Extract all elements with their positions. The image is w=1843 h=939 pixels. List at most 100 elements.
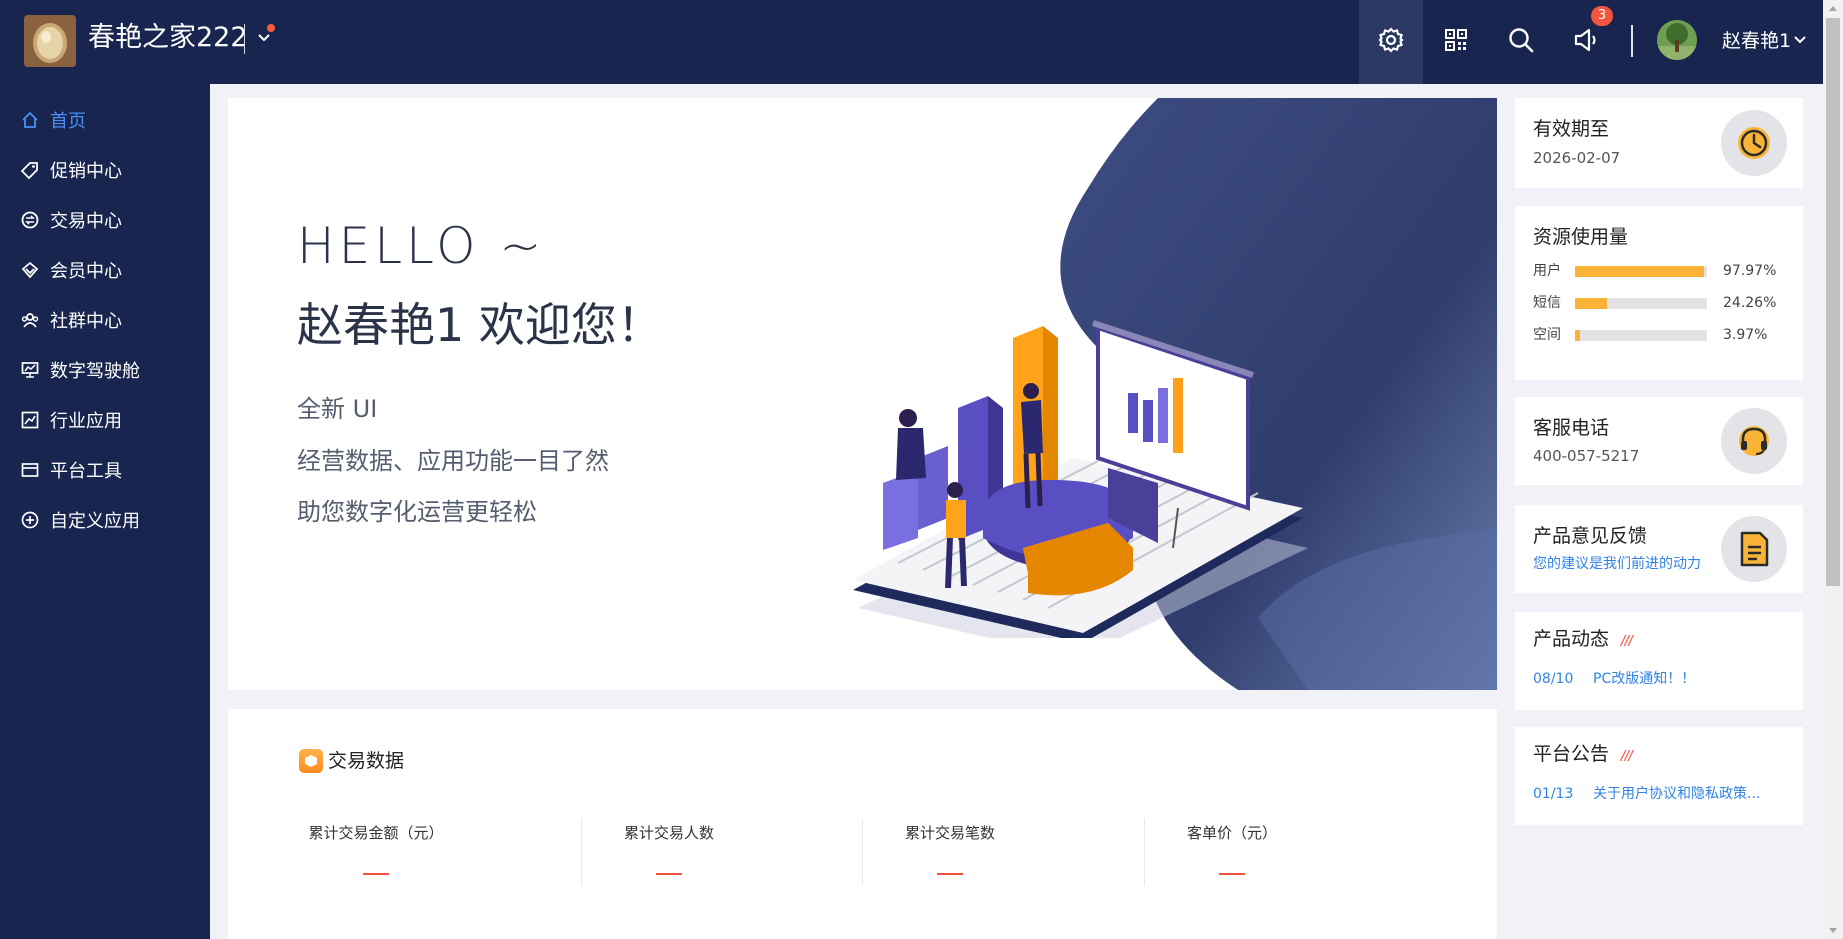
resource-percent: 3.97%	[1723, 327, 1768, 343]
sidebar-item-label: 首页	[50, 111, 86, 132]
sidebar-item-label: 社群中心	[50, 311, 122, 332]
resource-usage-card: 资源使用量 用户 97.97% 短信 24.26% 空间 3.97%	[1515, 206, 1803, 380]
hero-welcome: 赵春艳1 欢迎您！	[297, 298, 663, 352]
community-icon	[20, 310, 40, 330]
validity-date: 2026-02-07	[1533, 149, 1621, 167]
qrcode-icon	[1444, 28, 1468, 56]
resource-row-users: 用户 97.97%	[1533, 261, 1785, 281]
news-date: 08/10	[1533, 671, 1574, 687]
resource-progress-fill	[1575, 330, 1581, 341]
sidebar-item-label: 会员中心	[50, 261, 122, 282]
announcement-title: 关于用户协议和隐私政策...	[1593, 786, 1761, 802]
decoration-slashes: ///	[1621, 634, 1633, 649]
scroll-down-arrow-icon[interactable]	[1823, 923, 1843, 939]
megaphone-icon	[1572, 26, 1600, 58]
metric-label: 累计交易金额（元）	[308, 824, 444, 842]
user-name[interactable]: 赵春艳1	[1722, 28, 1791, 54]
resource-label: 空间	[1533, 327, 1561, 343]
tag-icon	[20, 160, 40, 180]
chart-icon	[20, 410, 40, 430]
card-title: 资源使用量	[1533, 226, 1629, 248]
scroll-up-arrow-icon[interactable]	[1823, 0, 1843, 16]
sidebar-item-promotion[interactable]: 促销中心	[0, 148, 210, 192]
store-logo[interactable]	[24, 15, 76, 67]
decoration-slashes: ///	[1621, 749, 1633, 764]
search-icon	[1507, 26, 1535, 58]
sidebar-item-member[interactable]: 会员中心	[0, 248, 210, 292]
resource-percent: 97.97%	[1723, 263, 1777, 279]
toolbox-icon	[20, 460, 40, 480]
scrollbar-thumb[interactable]	[1826, 18, 1840, 586]
metric-value-placeholder	[937, 873, 963, 875]
store-alert-dot	[267, 24, 275, 32]
sidebar-item-community[interactable]: 社群中心	[0, 298, 210, 342]
resource-row-sms: 短信 24.26%	[1533, 293, 1785, 313]
business-illustration	[853, 320, 1308, 638]
sidebar: 首页 促销中心 交易中心 会员中心 社群中心 数字驾驶舱 行业应用 平台工具 自…	[0, 84, 210, 939]
document-icon	[1721, 516, 1787, 582]
trade-data-icon	[299, 749, 323, 773]
qrcode-button[interactable]	[1424, 0, 1488, 84]
card-title: 产品意见反馈	[1533, 525, 1648, 547]
top-bar: 春艳之家222 3 赵春艳1	[0, 0, 1823, 84]
card-title: 有效期至	[1533, 118, 1610, 140]
section-title: 交易数据	[328, 750, 405, 772]
resource-progress-track	[1575, 298, 1707, 309]
metric-total-orders: 累计交易笔数	[809, 817, 1091, 895]
avatar[interactable]	[1657, 20, 1697, 60]
announcement-item[interactable]: 01/13 关于用户协议和隐私政策...	[1533, 784, 1760, 804]
resource-progress-track	[1575, 330, 1707, 341]
divider	[244, 24, 245, 54]
store-name[interactable]: 春艳之家222	[88, 20, 248, 56]
sidebar-item-tools[interactable]: 平台工具	[0, 448, 210, 492]
metric-label: 累计交易笔数	[904, 824, 995, 842]
metric-value-placeholder	[656, 873, 682, 875]
sidebar-item-trade[interactable]: 交易中心	[0, 198, 210, 242]
metric-value-placeholder	[363, 873, 389, 875]
sidebar-item-home[interactable]: 首页	[0, 98, 210, 142]
feedback-link[interactable]: 您的建议是我们前进的动力	[1533, 554, 1701, 574]
service-phone[interactable]: 400-057-5217	[1533, 446, 1639, 466]
notification-badge: 3	[1591, 6, 1613, 26]
sidebar-item-custom-app[interactable]: 自定义应用	[0, 498, 210, 542]
sidebar-item-label: 行业应用	[50, 411, 122, 432]
hero-hello: HELLO ~	[297, 217, 546, 275]
settings-button[interactable]	[1359, 0, 1423, 84]
hero-tagline: 经营数据、应用功能一目了然	[297, 447, 609, 475]
metric-total-customers: 累计交易人数	[528, 817, 810, 895]
trade-data-panel: 交易数据 累计交易金额（元） 累计交易人数 累计交易笔数 客单价（元）	[228, 709, 1497, 939]
sidebar-item-industry[interactable]: 行业应用	[0, 398, 210, 442]
sidebar-item-dashboard[interactable]: 数字驾驶舱	[0, 348, 210, 392]
customer-service-card: 客服电话 400-057-5217	[1515, 397, 1803, 485]
news-item[interactable]: 08/10 PC改版通知！！	[1533, 669, 1695, 689]
resource-progress-fill	[1575, 298, 1608, 309]
news-title: PC改版通知！！	[1593, 671, 1696, 687]
announcement-card: 平台公告 /// 01/13 关于用户协议和隐私政策...	[1515, 727, 1803, 825]
exchange-icon	[20, 210, 40, 230]
card-title: 产品动态	[1533, 628, 1610, 650]
announcement-date: 01/13	[1533, 786, 1574, 802]
clock-icon	[1721, 110, 1787, 176]
gear-icon	[1377, 26, 1405, 58]
announcement-button[interactable]: 3	[1554, 0, 1618, 84]
sidebar-item-label: 自定义应用	[50, 511, 140, 532]
metric-total-amount: 累计交易金额（元）	[235, 817, 517, 895]
search-button[interactable]	[1489, 0, 1553, 84]
feedback-card[interactable]: 产品意见反馈 您的建议是我们前进的动力	[1515, 505, 1803, 593]
resource-progress-track	[1575, 266, 1707, 277]
metric-label: 客单价（元）	[1186, 824, 1277, 842]
divider	[1631, 25, 1633, 57]
vertical-scrollbar[interactable]	[1823, 0, 1843, 939]
user-menu-chevron-icon[interactable]	[1790, 30, 1810, 50]
metric-label: 累计交易人数	[623, 824, 714, 842]
sidebar-item-label: 数字驾驶舱	[50, 361, 140, 382]
hero-tagline: 全新 UI	[297, 395, 378, 423]
home-icon	[20, 110, 40, 130]
headset-icon	[1721, 408, 1787, 474]
validity-card: 有效期至 2026-02-07	[1515, 98, 1803, 188]
resource-progress-fill	[1575, 266, 1705, 277]
metric-value-placeholder	[1219, 873, 1245, 875]
resource-row-storage: 空间 3.97%	[1533, 325, 1785, 345]
sidebar-item-label: 促销中心	[50, 161, 122, 182]
resource-percent: 24.26%	[1723, 295, 1777, 311]
